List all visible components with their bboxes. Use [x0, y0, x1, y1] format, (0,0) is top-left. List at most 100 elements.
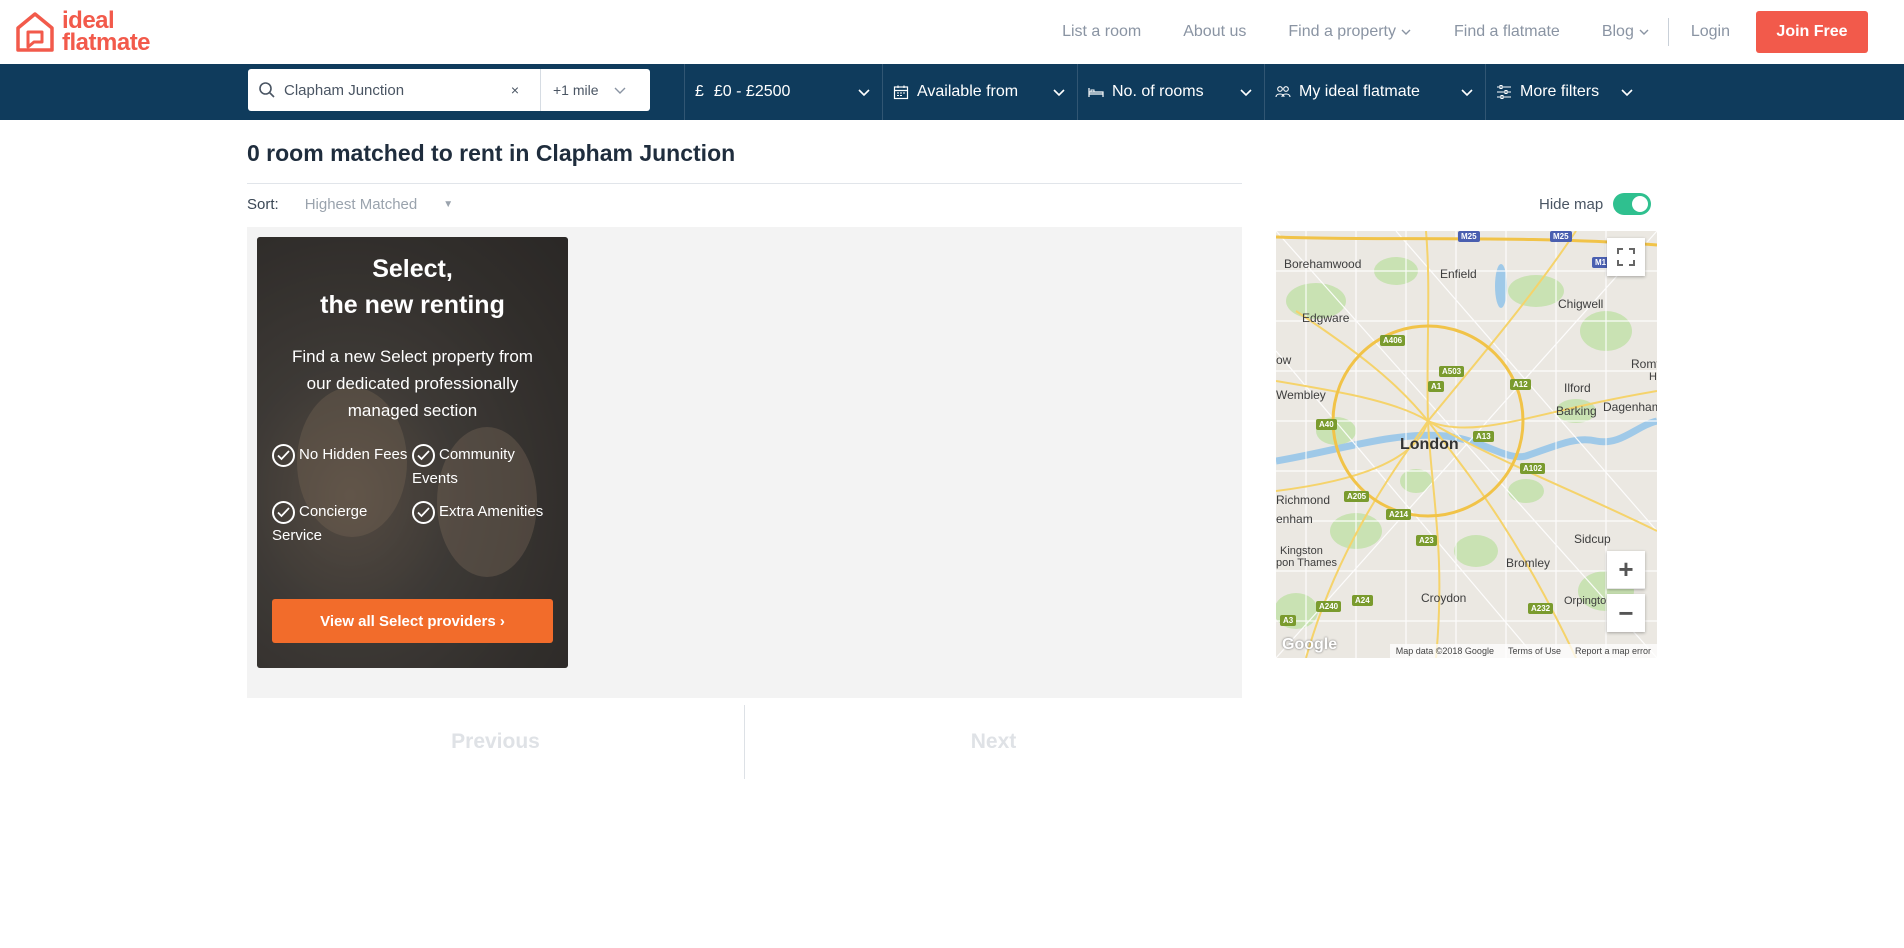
- previous-button[interactable]: Previous: [247, 705, 744, 779]
- nav-about-us[interactable]: About us: [1183, 23, 1246, 41]
- fullscreen-button[interactable]: [1607, 238, 1645, 276]
- rooms-filter-label: No. of rooms: [1112, 83, 1204, 100]
- price-filter[interactable]: £ £0 - £2500: [684, 64, 882, 120]
- map-place-label: H: [1649, 371, 1657, 383]
- caret-down-icon: ▼: [443, 199, 454, 210]
- report-map-error-link[interactable]: Report a map error: [1575, 646, 1651, 656]
- zoom-out-button[interactable]: −: [1607, 594, 1645, 632]
- hide-map-toggle[interactable]: [1613, 193, 1652, 215]
- chevron-down-icon: [1621, 89, 1633, 97]
- chevron-down-icon: [1401, 29, 1411, 35]
- road-shield: A406: [1380, 335, 1406, 346]
- pagination: Previous Next: [247, 705, 1242, 779]
- map-data-credit: Map data ©2018 Google: [1395, 646, 1494, 656]
- road-shield: A13: [1473, 431, 1494, 442]
- nav-blog[interactable]: Blog: [1602, 23, 1650, 41]
- map-place-label: Richmond: [1276, 493, 1331, 507]
- nav-list-a-room[interactable]: List a room: [1062, 23, 1141, 41]
- promo-title: Select, the new renting: [257, 251, 568, 323]
- road-shield: A240: [1316, 601, 1342, 612]
- search-divider: [540, 69, 541, 111]
- nav-find-a-property-label: Find a property: [1288, 23, 1396, 40]
- radius-select[interactable]: +1 mile: [553, 82, 627, 98]
- main-nav: List a room About us Find a property Fin…: [1020, 0, 1868, 64]
- hide-map-label: Hide map: [1539, 195, 1604, 213]
- available-from-label: Available from: [917, 83, 1019, 100]
- logo-text: ideal flatmate: [62, 9, 151, 55]
- sliders-icon: [1497, 85, 1511, 99]
- map-place-label: Ilford: [1564, 381, 1591, 395]
- ideal-flatmate-label: My ideal flatmate: [1299, 83, 1420, 100]
- location-search: Clapham Junction × +1 mile: [248, 69, 650, 111]
- top-header: ideal flatmate List a room About us Find…: [0, 0, 1904, 64]
- promo-title-line2: the new renting: [320, 291, 505, 319]
- sort-select[interactable]: Highest Matched ▼: [305, 196, 453, 213]
- check-circle-icon: [272, 443, 295, 467]
- promo-title-line1: Select,: [372, 255, 453, 283]
- road-shield: M25: [1550, 231, 1572, 242]
- road-shield: A3: [1280, 615, 1297, 626]
- map-place-label: Chigwell: [1558, 297, 1604, 311]
- bed-icon: [1088, 88, 1104, 97]
- nav-find-a-flatmate[interactable]: Find a flatmate: [1454, 23, 1560, 41]
- map-tiles: [1276, 231, 1657, 658]
- map-place-label: Kingston: [1280, 545, 1323, 557]
- price-filter-label: £0 - £2500: [713, 83, 791, 100]
- road-shield: A232: [1528, 603, 1554, 614]
- people-icon: [1275, 86, 1291, 98]
- sort-label: Sort:: [247, 196, 279, 213]
- location-search-input[interactable]: Clapham Junction: [284, 82, 504, 99]
- toggle-knob: [1632, 196, 1649, 212]
- feature-item: Concierge Service: [272, 500, 412, 548]
- map-place-label: Edgware: [1302, 311, 1350, 325]
- map-place-label: Croydon: [1421, 591, 1467, 605]
- results-map[interactable]: Borehamwood Enfield Edgware Chigwell Rom…: [1276, 231, 1657, 658]
- map-place-label: Wembley: [1276, 388, 1326, 402]
- road-shield: A205: [1344, 491, 1370, 502]
- ideal-flatmate-filter[interactable]: My ideal flatmate: [1264, 64, 1485, 120]
- hide-map-control: Hide map: [1539, 193, 1652, 215]
- view-select-providers-button[interactable]: View all Select providers ›: [272, 599, 553, 643]
- road-shield: A40: [1316, 419, 1337, 430]
- road-shield: A1: [1428, 381, 1445, 392]
- map-place-label: Romf: [1631, 357, 1657, 371]
- more-filters-label: More filters: [1520, 83, 1600, 100]
- chevron-down-icon: [858, 89, 870, 97]
- map-place-label: Barking: [1556, 404, 1597, 418]
- check-circle-icon: [412, 443, 435, 467]
- login-link[interactable]: Login: [1691, 23, 1730, 41]
- plus-icon: +: [1618, 554, 1634, 584]
- road-shield: A503: [1439, 366, 1465, 377]
- map-place-label: enham: [1276, 512, 1313, 526]
- map-place-label: London: [1400, 436, 1459, 453]
- available-from-filter[interactable]: Available from: [882, 64, 1077, 120]
- road-shield: A102: [1520, 463, 1546, 474]
- zoom-in-button[interactable]: +: [1607, 551, 1645, 589]
- map-place-label: Enfield: [1440, 267, 1477, 281]
- calendar-icon: [893, 85, 909, 100]
- feature-label: No Hidden Fees: [299, 446, 408, 463]
- minus-icon: −: [1618, 597, 1634, 628]
- nav-find-a-property[interactable]: Find a property: [1288, 23, 1412, 41]
- sort-value: Highest Matched: [304, 196, 418, 213]
- terms-of-use-link[interactable]: Terms of Use: [1508, 646, 1561, 656]
- chevron-down-icon: [614, 87, 626, 94]
- map-place-label: ow: [1276, 353, 1292, 367]
- logo[interactable]: ideal flatmate: [14, 9, 151, 55]
- rooms-filter[interactable]: No. of rooms: [1077, 64, 1264, 120]
- chevron-down-icon: [1461, 89, 1473, 97]
- join-free-button[interactable]: Join Free: [1756, 11, 1868, 53]
- clear-search-button[interactable]: ×: [504, 82, 526, 98]
- map-place-label: Orpingto: [1564, 595, 1607, 607]
- map-place-label: Bromley: [1506, 556, 1551, 570]
- sort-control: Sort: Highest Matched ▼: [247, 196, 453, 213]
- filter-bar: Clapham Junction × +1 mile £ £0 - £2500 …: [0, 64, 1904, 120]
- feature-label: Extra Amenities: [439, 503, 544, 520]
- results-title: 0 room matched to rent in Clapham Juncti…: [247, 140, 736, 166]
- next-button[interactable]: Next: [745, 705, 1242, 779]
- select-promo-card: Select, the new renting Find a new Selec…: [257, 237, 568, 668]
- promo-description: Find a new Select property from our dedi…: [292, 347, 533, 420]
- more-filters[interactable]: More filters: [1485, 64, 1645, 120]
- feature-item: Community Events: [412, 443, 552, 491]
- road-shield: A214: [1386, 509, 1412, 520]
